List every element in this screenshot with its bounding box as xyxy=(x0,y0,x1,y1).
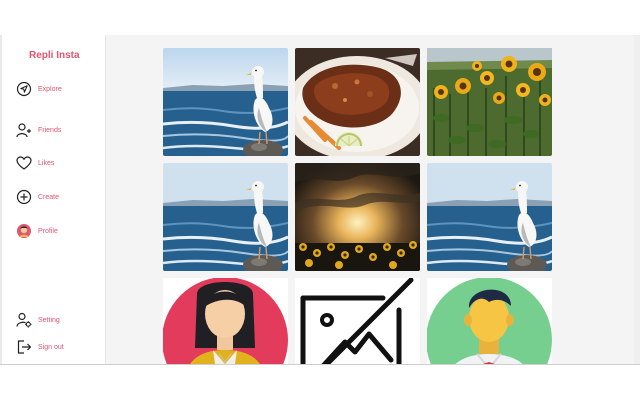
sidebar-item-explore[interactable]: Explore xyxy=(16,81,62,97)
food-image xyxy=(295,48,420,156)
man-avatar-image xyxy=(427,278,552,364)
sunset-sunflowers-image xyxy=(295,163,420,271)
sidebar: Repli Insta Explore Friends Likes Create… xyxy=(0,35,106,364)
sidebar-item-label: Sign out xyxy=(38,343,64,351)
sidebar-item-signout[interactable]: Sign out xyxy=(16,339,64,355)
plus-circle-icon xyxy=(16,189,32,205)
sidebar-item-likes[interactable]: Likes xyxy=(16,155,54,171)
sidebar-item-label: Friends xyxy=(38,126,62,134)
sidebar-item-label: Profile xyxy=(38,227,58,235)
photo-tile-food[interactable] xyxy=(295,48,420,156)
sign-out-icon xyxy=(16,339,32,355)
scrollbar[interactable] xyxy=(634,35,640,364)
sidebar-item-setting[interactable]: Setting xyxy=(16,312,60,328)
photo-tile-seagull[interactable] xyxy=(427,163,552,271)
sidebar-item-create[interactable]: Create xyxy=(16,189,59,205)
photo-tile-seagull[interactable] xyxy=(163,163,288,271)
explore-icon xyxy=(16,81,32,97)
broken-image-icon xyxy=(295,278,420,364)
photo-tile-seagull[interactable] xyxy=(163,48,288,156)
sidebar-item-label: Create xyxy=(38,193,60,201)
brand-logo[interactable]: Repli Insta xyxy=(29,50,80,61)
photo-tile-sunset[interactable] xyxy=(295,163,420,271)
page-bottom-area xyxy=(0,365,640,400)
sidebar-item-label: Likes xyxy=(38,159,55,167)
screen: Repli Insta Explore Friends Likes Create… xyxy=(0,0,640,400)
photo-tile-broken-image[interactable] xyxy=(295,278,420,364)
woman-avatar-image xyxy=(163,278,288,364)
sidebar-item-label: Setting xyxy=(38,316,60,324)
add-friend-icon xyxy=(16,122,32,138)
heart-icon xyxy=(16,155,32,171)
app-window: Repli Insta Explore Friends Likes Create… xyxy=(0,35,640,365)
sidebar-item-label: Explore xyxy=(38,85,62,93)
seagull-image xyxy=(163,163,288,271)
sidebar-edge xyxy=(0,35,2,364)
photo-grid xyxy=(163,48,552,364)
photo-tile-sunflowers[interactable] xyxy=(427,48,552,156)
photo-tile-woman-avatar[interactable] xyxy=(163,278,288,364)
sidebar-item-profile[interactable]: Profile xyxy=(16,223,58,239)
feed-area xyxy=(106,35,640,364)
photo-tile-man-avatar[interactable] xyxy=(427,278,552,364)
profile-avatar xyxy=(16,223,32,239)
user-settings-icon xyxy=(16,312,32,328)
sunflower-field-image xyxy=(427,48,552,156)
seagull-image xyxy=(427,163,552,271)
seagull-image xyxy=(163,48,288,156)
sidebar-item-friends[interactable]: Friends xyxy=(16,122,61,138)
